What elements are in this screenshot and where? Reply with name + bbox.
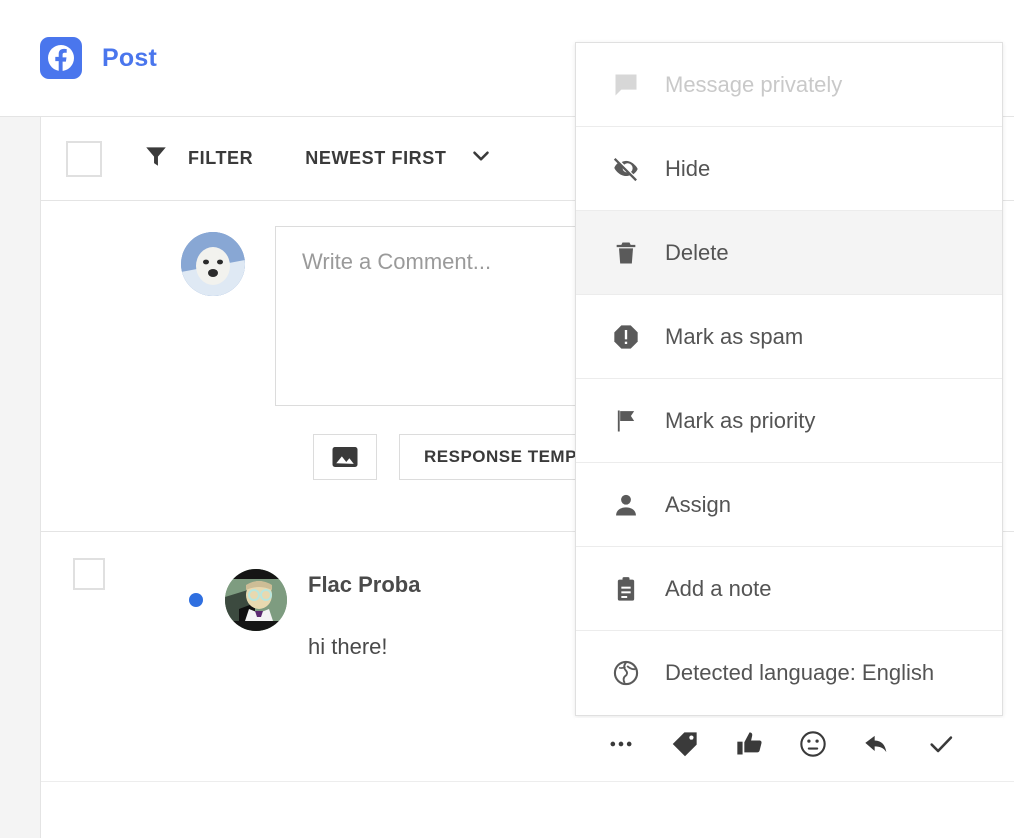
filter-button[interactable]: FILTER	[143, 143, 253, 174]
filter-label: FILTER	[188, 148, 254, 168]
emoji-button[interactable]	[781, 718, 845, 770]
thumbs-up-icon	[735, 730, 763, 758]
menu-label: Message privately	[665, 71, 843, 97]
menu-item-add-a-note[interactable]: Add a note	[576, 547, 1002, 631]
emoji-icon	[799, 730, 827, 758]
comment-content: Flac Proba hi there!	[308, 572, 420, 660]
reply-arrow-icon	[863, 730, 891, 758]
more-options-button[interactable]	[589, 718, 653, 770]
menu-item-assign[interactable]: Assign	[576, 463, 1002, 547]
trash-icon	[611, 238, 641, 268]
professor-avatar	[225, 569, 287, 631]
ellipsis-icon	[607, 730, 635, 758]
comment-author: Flac Proba	[308, 572, 421, 597]
comment-select-checkbox[interactable]	[73, 558, 105, 590]
comment-action-bar	[575, 718, 1003, 770]
tag-icon	[671, 730, 699, 758]
select-all-checkbox[interactable]	[66, 140, 102, 177]
error-octagon-icon	[611, 322, 641, 352]
image-icon[interactable]	[313, 434, 377, 480]
eye-off-icon	[611, 154, 641, 184]
flag-icon	[611, 406, 641, 436]
comment-text: hi there!	[308, 634, 388, 659]
menu-item-message-privately[interactable]: Message privately	[576, 43, 1002, 127]
page-title: Post	[102, 43, 157, 72]
menu-item-detected-language[interactable]: Detected language: English	[576, 631, 1002, 715]
reply-button[interactable]	[845, 718, 909, 770]
unread-indicator	[189, 593, 203, 607]
menu-label: Delete	[665, 239, 729, 265]
menu-label: Mark as spam	[665, 323, 804, 349]
sort-dropdown[interactable]: NEWEST FIRST	[305, 143, 494, 174]
app-root: Post FILTER NEWEST FIRST Write a Comment…	[0, 0, 1014, 838]
globe-icon	[611, 658, 641, 688]
like-button[interactable]	[717, 718, 781, 770]
menu-item-delete[interactable]: Delete	[576, 211, 1002, 295]
facebook-icon	[40, 37, 82, 79]
menu-label: Detected language: English	[665, 660, 935, 685]
chevron-down-icon	[468, 143, 494, 174]
check-icon	[927, 730, 955, 758]
clipboard-icon	[611, 574, 641, 604]
menu-item-mark-as-spam[interactable]: Mark as spam	[576, 295, 1002, 379]
left-rail	[0, 117, 41, 838]
menu-label: Add a note	[665, 575, 772, 601]
chat-bubble-icon	[611, 70, 641, 100]
funnel-icon	[143, 143, 169, 174]
menu-label: Hide	[665, 155, 711, 181]
seal-avatar	[181, 232, 245, 296]
sort-label: NEWEST FIRST	[305, 148, 447, 168]
person-icon	[611, 490, 641, 520]
done-button[interactable]	[909, 718, 973, 770]
tag-button[interactable]	[653, 718, 717, 770]
menu-item-mark-as-priority[interactable]: Mark as priority	[576, 379, 1002, 463]
menu-item-hide[interactable]: Hide	[576, 127, 1002, 211]
menu-label: Mark as priority	[665, 407, 816, 433]
context-menu: Message privately Hide Delete Mark as sp…	[575, 42, 1003, 716]
menu-label: Assign	[665, 491, 732, 517]
